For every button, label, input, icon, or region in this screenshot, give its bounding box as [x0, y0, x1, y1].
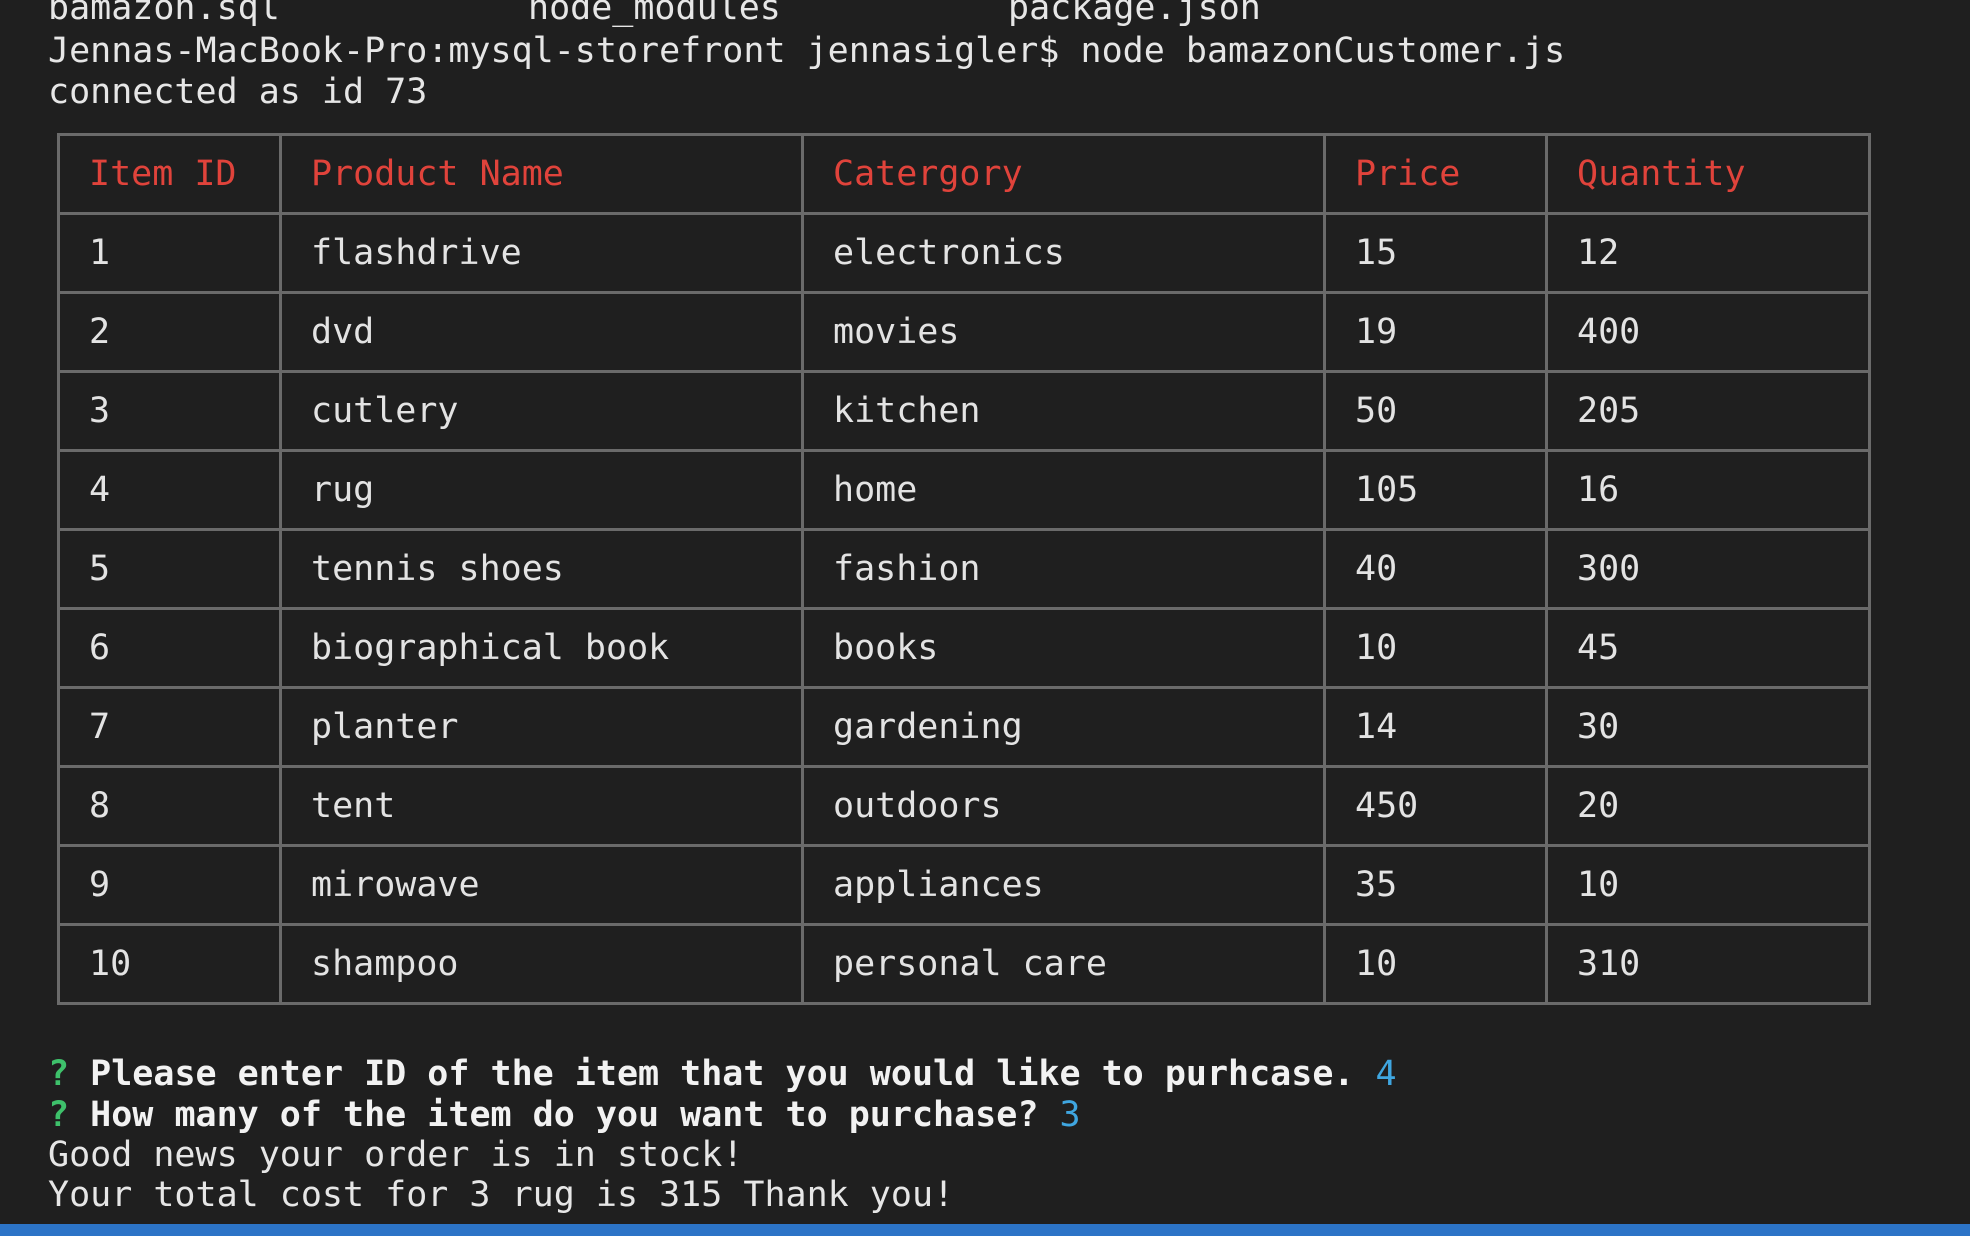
total-cost-message: Your total cost for 3 rug is 315 Thank y… [48, 1175, 955, 1215]
item-id-cell: 7 [57, 686, 282, 768]
product-name-cell: shampoo [279, 923, 804, 1005]
product-name-cell: mirowave [279, 844, 804, 926]
item-id-cell: 5 [57, 528, 282, 610]
table-row: 5 tennis shoes fashion 40 300 [57, 528, 1871, 610]
price-cell: 35 [1323, 844, 1548, 926]
category-cell: appliances [801, 844, 1326, 926]
price-cell: 15 [1323, 212, 1548, 294]
category-cell: electronics [801, 212, 1326, 294]
prompt-marker: ? [48, 1095, 70, 1135]
status-bar [0, 1224, 1970, 1236]
stock-message: Good news your order is in stock! [48, 1135, 744, 1175]
quantity-cell: 45 [1545, 607, 1871, 689]
product-name-cell: cutlery [279, 370, 804, 452]
command-line: Jennas-MacBook-Pro:mysql-storefront jenn… [48, 31, 1566, 71]
price-cell: 50 [1323, 370, 1548, 452]
table-row: 4 rug home 105 16 [57, 449, 1871, 531]
category-cell: gardening [801, 686, 1326, 768]
prompt-question: How many of the item do you want to purc… [90, 1095, 1039, 1135]
column-header-quantity: Quantity [1545, 133, 1871, 215]
ls-output-file: bamazon.sql [48, 0, 280, 28]
ls-output-file: package.json [1008, 0, 1261, 28]
table-row: 2 dvd movies 19 400 [57, 291, 1871, 373]
item-id-cell: 9 [57, 844, 282, 926]
prompt-question: Please enter ID of the item that you wou… [90, 1054, 1355, 1094]
item-id-cell: 2 [57, 291, 282, 373]
category-cell: movies [801, 291, 1326, 373]
ls-output-file: node_modules [528, 0, 781, 28]
price-cell: 19 [1323, 291, 1548, 373]
item-id-cell: 3 [57, 370, 282, 452]
quantity-cell: 16 [1545, 449, 1871, 531]
table-row: 1 flashdrive electronics 15 12 [57, 212, 1871, 294]
prompt-line-quantity: ? How many of the item do you want to pu… [48, 1095, 1081, 1135]
item-id-cell: 1 [57, 212, 282, 294]
quantity-cell: 300 [1545, 528, 1871, 610]
price-cell: 40 [1323, 528, 1548, 610]
column-header-category: Catergory [801, 133, 1326, 215]
product-name-cell: flashdrive [279, 212, 804, 294]
price-cell: 105 [1323, 449, 1548, 531]
price-cell: 450 [1323, 765, 1548, 847]
terminal-window[interactable]: bamazon.sql node_modules package.json Je… [0, 0, 1970, 1224]
product-name-cell: biographical book [279, 607, 804, 689]
quantity-cell: 310 [1545, 923, 1871, 1005]
product-name-cell: tent [279, 765, 804, 847]
table-header-row: Item ID Product Name Catergory Price Qua… [57, 133, 1871, 215]
category-cell: kitchen [801, 370, 1326, 452]
table-row: 6 biographical book books 10 45 [57, 607, 1871, 689]
item-id-cell: 8 [57, 765, 282, 847]
quantity-cell: 400 [1545, 291, 1871, 373]
category-cell: home [801, 449, 1326, 531]
item-id-cell: 6 [57, 607, 282, 689]
column-header-price: Price [1323, 133, 1548, 215]
price-cell: 10 [1323, 923, 1548, 1005]
table-row: 3 cutlery kitchen 50 205 [57, 370, 1871, 452]
category-cell: outdoors [801, 765, 1326, 847]
quantity-cell: 205 [1545, 370, 1871, 452]
table-row: 7 planter gardening 14 30 [57, 686, 1871, 768]
category-cell: books [801, 607, 1326, 689]
quantity-cell: 12 [1545, 212, 1871, 294]
prompt-answer[interactable]: 3 [1059, 1095, 1080, 1135]
table-row: 10 shampoo personal care 10 310 [57, 923, 1871, 1005]
products-table: Item ID Product Name Catergory Price Qua… [57, 133, 1871, 1005]
prompt-marker: ? [48, 1054, 70, 1094]
product-name-cell: tennis shoes [279, 528, 804, 610]
product-name-cell: rug [279, 449, 804, 531]
quantity-cell: 30 [1545, 686, 1871, 768]
prompt-line-item-id: ? Please enter ID of the item that you w… [48, 1054, 1397, 1094]
price-cell: 10 [1323, 607, 1548, 689]
column-header-item-id: Item ID [57, 133, 282, 215]
product-name-cell: planter [279, 686, 804, 768]
price-cell: 14 [1323, 686, 1548, 768]
connection-status: connected as id 73 [48, 72, 428, 112]
prompt-answer[interactable]: 4 [1376, 1054, 1397, 1094]
category-cell: fashion [801, 528, 1326, 610]
table-row: 8 tent outdoors 450 20 [57, 765, 1871, 847]
item-id-cell: 4 [57, 449, 282, 531]
item-id-cell: 10 [57, 923, 282, 1005]
quantity-cell: 20 [1545, 765, 1871, 847]
quantity-cell: 10 [1545, 844, 1871, 926]
column-header-product-name: Product Name [279, 133, 804, 215]
table-row: 9 mirowave appliances 35 10 [57, 844, 1871, 926]
category-cell: personal care [801, 923, 1326, 1005]
product-name-cell: dvd [279, 291, 804, 373]
